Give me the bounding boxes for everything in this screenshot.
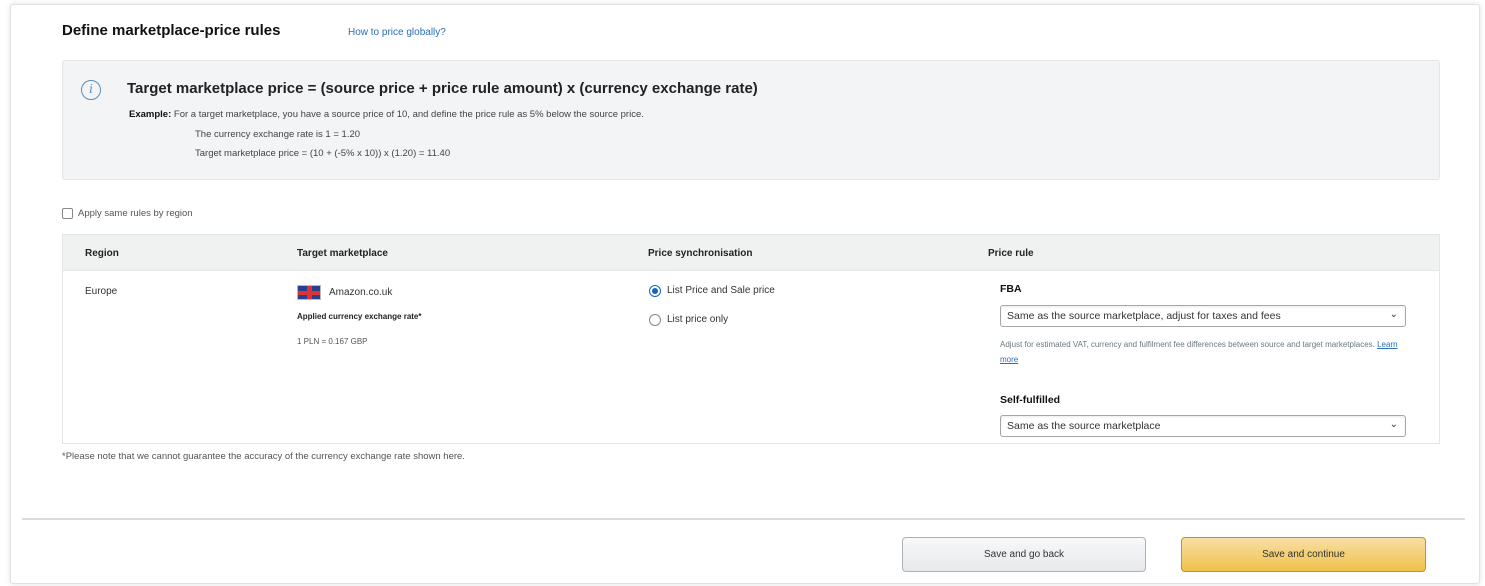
save-and-continue-button[interactable]: Save and continue bbox=[1181, 537, 1426, 572]
chevron-down-icon: ⌄ bbox=[1389, 309, 1398, 320]
table-header: Region Target marketplace Price synchron… bbox=[63, 235, 1439, 271]
info-example-label: Example: bbox=[129, 109, 172, 120]
exchange-rate-label: Applied currency exchange rate* bbox=[297, 312, 422, 321]
apply-same-rules-label: Apply same rules by region bbox=[78, 208, 193, 219]
price-rules-table: Region Target marketplace Price synchron… bbox=[62, 234, 1440, 444]
self-fulfilled-label: Self-fulfilled bbox=[1000, 394, 1061, 406]
column-header-price-synchronisation: Price synchronisation bbox=[648, 248, 753, 259]
page-title: Define marketplace-price rules bbox=[62, 22, 281, 39]
column-header-region: Region bbox=[85, 248, 119, 259]
exchange-rate-value: 1 PLN = 0.167 GBP bbox=[297, 337, 368, 346]
marketplace-name: Amazon.co.uk bbox=[329, 287, 393, 298]
apply-same-rules-row[interactable]: Apply same rules by region bbox=[62, 208, 193, 219]
sync-radio-list-only[interactable] bbox=[649, 314, 661, 326]
info-box: i Target marketplace price = (source pri… bbox=[62, 60, 1440, 180]
info-calc-line: Target marketplace price = (10 + (-5% x … bbox=[195, 148, 451, 159]
fba-price-rule-select[interactable]: Same as the source marketplace, adjust f… bbox=[1000, 305, 1406, 327]
sync-option-list-only-label[interactable]: List price only bbox=[667, 314, 728, 325]
info-example-text: For a target marketplace, you have a sou… bbox=[173, 109, 644, 120]
exchange-rate-footnote: *Please note that we cannot guarantee th… bbox=[62, 451, 465, 462]
save-and-go-back-button[interactable]: Save and go back bbox=[902, 537, 1146, 572]
region-value: Europe bbox=[85, 286, 118, 297]
sync-radio-list-and-sale[interactable] bbox=[649, 285, 661, 297]
info-example: Example: For a target marketplace, you h… bbox=[129, 109, 644, 120]
fba-label: FBA bbox=[1000, 283, 1022, 295]
info-icon: i bbox=[81, 80, 101, 100]
self-fulfilled-price-rule-value: Same as the source marketplace bbox=[1007, 420, 1161, 432]
fba-price-rule-value: Same as the source marketplace, adjust f… bbox=[1007, 310, 1281, 322]
sync-option-list-and-sale-label[interactable]: List Price and Sale price bbox=[667, 285, 775, 296]
page: Define marketplace-price rules How to pr… bbox=[0, 0, 1485, 586]
footer-divider bbox=[22, 518, 1465, 520]
fba-helper-description: Adjust for estimated VAT, currency and f… bbox=[1000, 340, 1375, 349]
uk-flag-icon bbox=[297, 285, 321, 300]
info-exchange-line: The currency exchange rate is 1 = 1.20 bbox=[195, 129, 361, 140]
self-fulfilled-price-rule-select[interactable]: Same as the source marketplace ⌄ bbox=[1000, 415, 1406, 437]
apply-same-rules-checkbox[interactable] bbox=[62, 208, 73, 219]
column-header-price-rule: Price rule bbox=[988, 248, 1034, 259]
column-header-target-marketplace: Target marketplace bbox=[297, 248, 388, 259]
info-formula: Target marketplace price = (source price… bbox=[127, 80, 758, 97]
help-link[interactable]: How to price globally? bbox=[348, 27, 446, 38]
chevron-down-icon: ⌄ bbox=[1389, 419, 1398, 430]
fba-helper-text: Adjust for estimated VAT, currency and f… bbox=[1000, 337, 1410, 367]
